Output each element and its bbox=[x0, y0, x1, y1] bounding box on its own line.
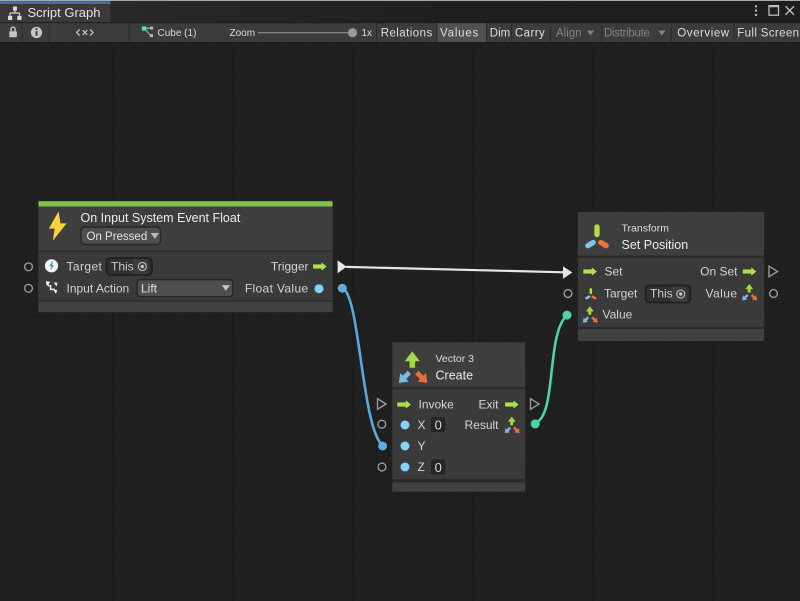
svg-text:Vector 3: Vector 3 bbox=[436, 353, 475, 365]
svg-text:This: This bbox=[111, 260, 134, 274]
svg-text:Lift: Lift bbox=[141, 282, 158, 296]
svg-text:Dim: Dim bbox=[490, 27, 510, 39]
svg-text:Target: Target bbox=[67, 260, 103, 274]
svg-text:Full Screen: Full Screen bbox=[737, 27, 799, 39]
svg-text:Align: Align bbox=[556, 27, 582, 39]
svg-text:Input Action: Input Action bbox=[67, 282, 130, 296]
svg-text:Trigger: Trigger bbox=[271, 260, 309, 274]
svg-text:Distribute: Distribute bbox=[604, 27, 650, 39]
svg-text:Zoom: Zoom bbox=[230, 28, 256, 39]
svg-text:Y: Y bbox=[418, 439, 426, 453]
svg-text:Values: Values bbox=[440, 27, 479, 39]
svg-text:Set Position: Set Position bbox=[622, 238, 689, 252]
svg-text:On Input System Event Float: On Input System Event Float bbox=[81, 211, 241, 225]
svg-text:1x: 1x bbox=[362, 28, 373, 39]
svg-text:Transform: Transform bbox=[622, 223, 670, 235]
svg-text:Carry: Carry bbox=[515, 27, 545, 39]
svg-text:On Set: On Set bbox=[700, 265, 738, 279]
svg-text:Relations: Relations bbox=[381, 27, 433, 39]
svg-text:Result: Result bbox=[464, 418, 499, 432]
svg-text:Exit: Exit bbox=[478, 398, 499, 412]
svg-text:Script Graph: Script Graph bbox=[28, 5, 101, 20]
svg-text:Target: Target bbox=[604, 287, 638, 301]
svg-text:Overview: Overview bbox=[677, 27, 729, 39]
svg-text:On Pressed: On Pressed bbox=[87, 231, 148, 243]
svg-text:Z: Z bbox=[418, 460, 425, 474]
svg-text:Invoke: Invoke bbox=[419, 398, 455, 412]
svg-text:This: This bbox=[650, 287, 673, 301]
svg-text:Value: Value bbox=[705, 287, 737, 301]
svg-text:Float Value: Float Value bbox=[245, 282, 309, 296]
svg-text:X: X bbox=[418, 418, 426, 432]
svg-text:0: 0 bbox=[435, 417, 442, 432]
svg-text:Cube (1): Cube (1) bbox=[158, 28, 197, 39]
svg-text:0: 0 bbox=[435, 460, 442, 475]
svg-text:Value: Value bbox=[603, 308, 633, 322]
svg-text:Set: Set bbox=[605, 265, 624, 279]
svg-text:Create: Create bbox=[436, 368, 474, 382]
